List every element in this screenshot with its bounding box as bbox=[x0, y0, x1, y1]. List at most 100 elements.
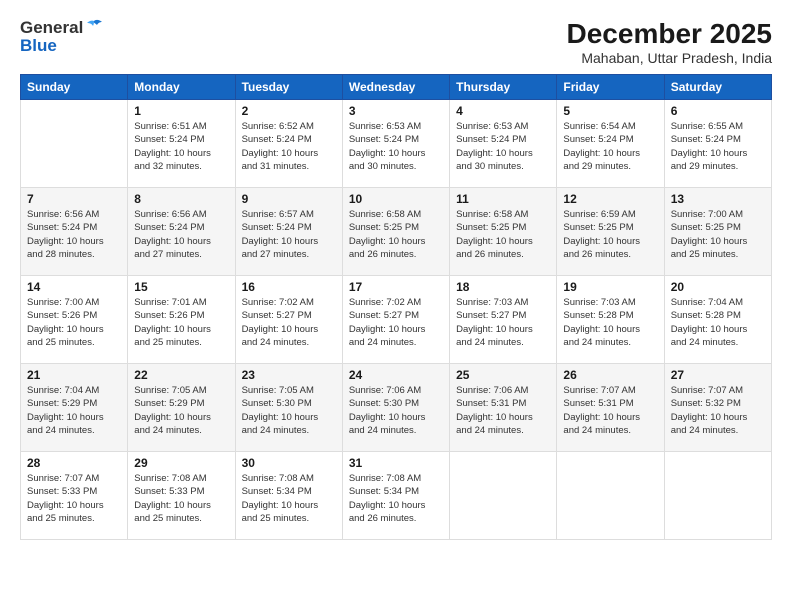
calendar-cell: 10 Sunrise: 6:58 AM Sunset: 5:25 PM Dayli… bbox=[342, 188, 449, 276]
header: General Blue December 2025 Mahaban, Utta… bbox=[20, 18, 772, 66]
calendar-cell: 5Sunrise: 6:54 AM Sunset: 5:24 PM Daylig… bbox=[557, 100, 664, 188]
calendar-cell: 18Sunrise: 7:03 AM Sunset: 5:27 PM Dayli… bbox=[450, 276, 557, 364]
calendar-cell: 14 Sunrise: 7:00 AM Sunset: 5:26 PM Dayli… bbox=[21, 276, 128, 364]
calendar-cell: 27 Sunrise: 7:07 AM Sunset: 5:32 PM Dayli… bbox=[664, 364, 771, 452]
cell-info: Sunrise: 7:08 AM Sunset: 5:34 PM Dayligh… bbox=[242, 472, 336, 525]
day-number: 8 bbox=[134, 192, 228, 206]
cell-info: Sunrise: 7:05 AM Sunset: 5:29 PM Dayligh… bbox=[134, 384, 228, 437]
day-number: 17 bbox=[349, 280, 443, 294]
calendar-cell: 13 Sunrise: 7:00 AM Sunset: 5:25 PM Dayli… bbox=[664, 188, 771, 276]
cell-info: Sunrise: 7:07 AM Sunset: 5:32 PM Dayligh… bbox=[671, 384, 765, 437]
day-number: 10 bbox=[349, 192, 443, 206]
cell-info: Sunrise: 7:06 AM Sunset: 5:31 PM Dayligh… bbox=[456, 384, 550, 437]
day-number: 26 bbox=[563, 368, 657, 382]
cell-info: Sunrise: 6:56 AM Sunset: 5:24 PM Dayligh… bbox=[134, 208, 228, 261]
cell-info: Sunrise: 7:03 AM Sunset: 5:27 PM Dayligh… bbox=[456, 296, 550, 349]
calendar-cell: 25 Sunrise: 7:06 AM Sunset: 5:31 PM Dayli… bbox=[450, 364, 557, 452]
cell-info: Sunrise: 6:51 AM Sunset: 5:24 PM Dayligh… bbox=[134, 120, 228, 173]
day-number: 20 bbox=[671, 280, 765, 294]
sub-title: Mahaban, Uttar Pradesh, India bbox=[567, 50, 772, 66]
day-header-monday: Monday bbox=[128, 75, 235, 100]
calendar-cell: 3Sunrise: 6:53 AM Sunset: 5:24 PM Daylig… bbox=[342, 100, 449, 188]
calendar-cell: 23 Sunrise: 7:05 AM Sunset: 5:30 PM Dayli… bbox=[235, 364, 342, 452]
day-number: 16 bbox=[242, 280, 336, 294]
calendar-cell bbox=[21, 100, 128, 188]
week-row-2: 7 Sunrise: 6:56 AM Sunset: 5:24 PM Daylig… bbox=[21, 188, 772, 276]
cell-info: Sunrise: 7:07 AM Sunset: 5:33 PM Dayligh… bbox=[27, 472, 121, 525]
calendar-cell: 7 Sunrise: 6:56 AM Sunset: 5:24 PM Daylig… bbox=[21, 188, 128, 276]
cell-info: Sunrise: 6:55 AM Sunset: 5:24 PM Dayligh… bbox=[671, 120, 765, 173]
logo-bird-icon bbox=[85, 19, 103, 33]
cell-info: Sunrise: 7:05 AM Sunset: 5:30 PM Dayligh… bbox=[242, 384, 336, 437]
calendar-cell: 22 Sunrise: 7:05 AM Sunset: 5:29 PM Dayli… bbox=[128, 364, 235, 452]
calendar-cell: 26 Sunrise: 7:07 AM Sunset: 5:31 PM Dayli… bbox=[557, 364, 664, 452]
day-number: 21 bbox=[27, 368, 121, 382]
day-number: 4 bbox=[456, 104, 550, 118]
calendar-cell: 28 Sunrise: 7:07 AM Sunset: 5:33 PM Dayli… bbox=[21, 452, 128, 540]
calendar-cell: 8 Sunrise: 6:56 AM Sunset: 5:24 PM Daylig… bbox=[128, 188, 235, 276]
day-header-saturday: Saturday bbox=[664, 75, 771, 100]
day-number: 25 bbox=[456, 368, 550, 382]
week-row-4: 21Sunrise: 7:04 AM Sunset: 5:29 PM Dayli… bbox=[21, 364, 772, 452]
calendar-cell: 11Sunrise: 6:58 AM Sunset: 5:25 PM Dayli… bbox=[450, 188, 557, 276]
day-number: 7 bbox=[27, 192, 121, 206]
cell-info: Sunrise: 7:01 AM Sunset: 5:26 PM Dayligh… bbox=[134, 296, 228, 349]
logo-blue: Blue bbox=[20, 36, 57, 56]
day-number: 24 bbox=[349, 368, 443, 382]
calendar-header-row: SundayMondayTuesdayWednesdayThursdayFrid… bbox=[21, 75, 772, 100]
day-number: 27 bbox=[671, 368, 765, 382]
cell-info: Sunrise: 6:52 AM Sunset: 5:24 PM Dayligh… bbox=[242, 120, 336, 173]
cell-info: Sunrise: 6:58 AM Sunset: 5:25 PM Dayligh… bbox=[456, 208, 550, 261]
day-number: 31 bbox=[349, 456, 443, 470]
cell-info: Sunrise: 7:00 AM Sunset: 5:25 PM Dayligh… bbox=[671, 208, 765, 261]
calendar-cell: 17 Sunrise: 7:02 AM Sunset: 5:27 PM Dayli… bbox=[342, 276, 449, 364]
calendar-cell: 24 Sunrise: 7:06 AM Sunset: 5:30 PM Dayli… bbox=[342, 364, 449, 452]
calendar-cell: 31 Sunrise: 7:08 AM Sunset: 5:34 PM Dayli… bbox=[342, 452, 449, 540]
page: General Blue December 2025 Mahaban, Utta… bbox=[0, 0, 792, 612]
cell-info: Sunrise: 7:08 AM Sunset: 5:34 PM Dayligh… bbox=[349, 472, 443, 525]
week-row-5: 28 Sunrise: 7:07 AM Sunset: 5:33 PM Dayli… bbox=[21, 452, 772, 540]
main-title: December 2025 bbox=[567, 18, 772, 50]
cell-info: Sunrise: 7:04 AM Sunset: 5:28 PM Dayligh… bbox=[671, 296, 765, 349]
day-number: 22 bbox=[134, 368, 228, 382]
calendar-cell: 15 Sunrise: 7:01 AM Sunset: 5:26 PM Dayli… bbox=[128, 276, 235, 364]
calendar-table: SundayMondayTuesdayWednesdayThursdayFrid… bbox=[20, 74, 772, 540]
day-number: 19 bbox=[563, 280, 657, 294]
day-number: 30 bbox=[242, 456, 336, 470]
cell-info: Sunrise: 7:00 AM Sunset: 5:26 PM Dayligh… bbox=[27, 296, 121, 349]
cell-info: Sunrise: 6:59 AM Sunset: 5:25 PM Dayligh… bbox=[563, 208, 657, 261]
day-header-thursday: Thursday bbox=[450, 75, 557, 100]
cell-info: Sunrise: 7:02 AM Sunset: 5:27 PM Dayligh… bbox=[242, 296, 336, 349]
day-number: 13 bbox=[671, 192, 765, 206]
day-header-tuesday: Tuesday bbox=[235, 75, 342, 100]
logo: General Blue bbox=[20, 18, 103, 56]
calendar-cell: 21Sunrise: 7:04 AM Sunset: 5:29 PM Dayli… bbox=[21, 364, 128, 452]
cell-info: Sunrise: 7:02 AM Sunset: 5:27 PM Dayligh… bbox=[349, 296, 443, 349]
calendar-cell: 29Sunrise: 7:08 AM Sunset: 5:33 PM Dayli… bbox=[128, 452, 235, 540]
day-number: 9 bbox=[242, 192, 336, 206]
cell-info: Sunrise: 7:07 AM Sunset: 5:31 PM Dayligh… bbox=[563, 384, 657, 437]
calendar-cell bbox=[664, 452, 771, 540]
calendar-cell: 1Sunrise: 6:51 AM Sunset: 5:24 PM Daylig… bbox=[128, 100, 235, 188]
week-row-1: 1Sunrise: 6:51 AM Sunset: 5:24 PM Daylig… bbox=[21, 100, 772, 188]
calendar-cell: 16 Sunrise: 7:02 AM Sunset: 5:27 PM Dayli… bbox=[235, 276, 342, 364]
calendar-cell: 2 Sunrise: 6:52 AM Sunset: 5:24 PM Daylig… bbox=[235, 100, 342, 188]
day-number: 28 bbox=[27, 456, 121, 470]
day-number: 15 bbox=[134, 280, 228, 294]
cell-info: Sunrise: 6:58 AM Sunset: 5:25 PM Dayligh… bbox=[349, 208, 443, 261]
day-number: 2 bbox=[242, 104, 336, 118]
calendar-cell: 19 Sunrise: 7:03 AM Sunset: 5:28 PM Dayli… bbox=[557, 276, 664, 364]
calendar-cell: 20 Sunrise: 7:04 AM Sunset: 5:28 PM Dayli… bbox=[664, 276, 771, 364]
cell-info: Sunrise: 7:06 AM Sunset: 5:30 PM Dayligh… bbox=[349, 384, 443, 437]
day-number: 6 bbox=[671, 104, 765, 118]
day-number: 3 bbox=[349, 104, 443, 118]
cell-info: Sunrise: 6:54 AM Sunset: 5:24 PM Dayligh… bbox=[563, 120, 657, 173]
day-number: 23 bbox=[242, 368, 336, 382]
day-header-sunday: Sunday bbox=[21, 75, 128, 100]
cell-info: Sunrise: 7:03 AM Sunset: 5:28 PM Dayligh… bbox=[563, 296, 657, 349]
cell-info: Sunrise: 6:56 AM Sunset: 5:24 PM Dayligh… bbox=[27, 208, 121, 261]
calendar-cell: 30 Sunrise: 7:08 AM Sunset: 5:34 PM Dayli… bbox=[235, 452, 342, 540]
day-number: 14 bbox=[27, 280, 121, 294]
week-row-3: 14 Sunrise: 7:00 AM Sunset: 5:26 PM Dayli… bbox=[21, 276, 772, 364]
day-number: 29 bbox=[134, 456, 228, 470]
